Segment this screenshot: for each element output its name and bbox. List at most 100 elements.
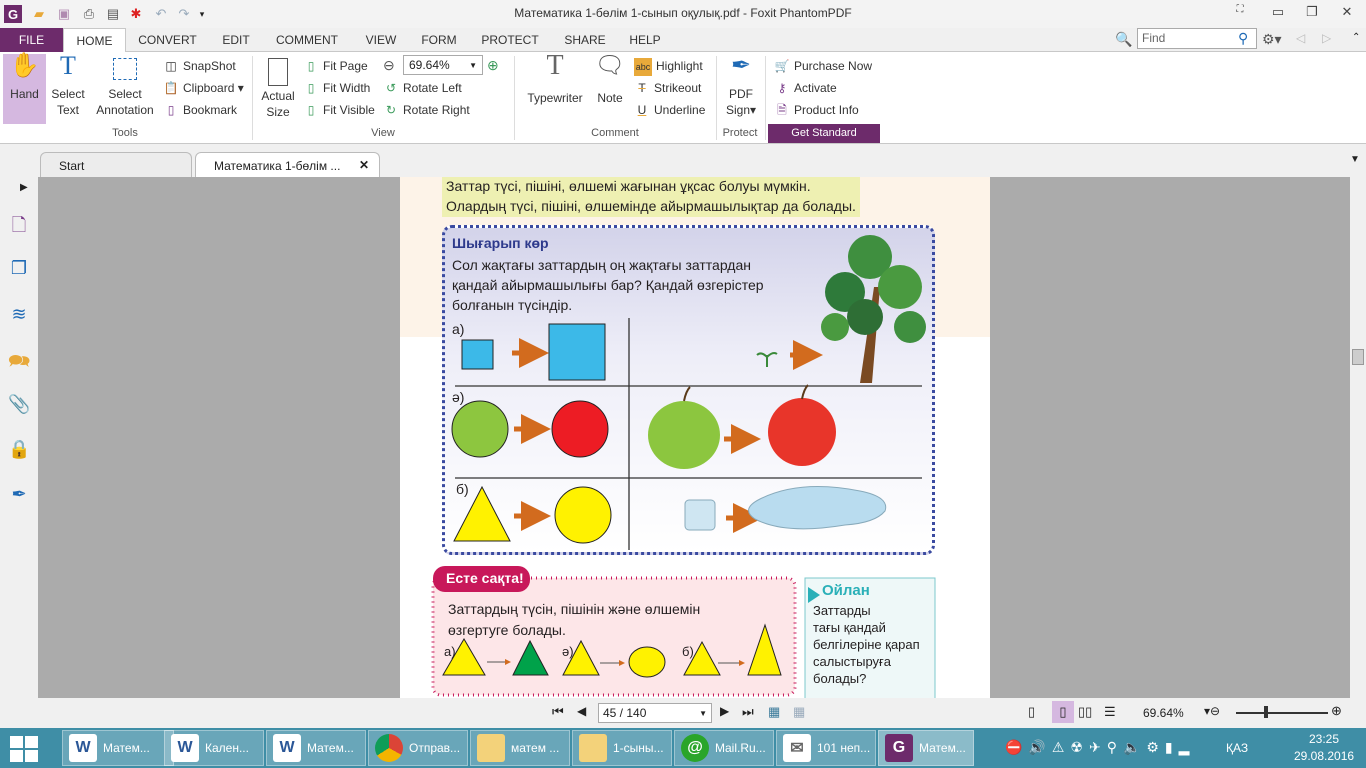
taskbar-word-2[interactable]: W Кален... [164,730,264,766]
start-button[interactable] [10,736,38,762]
bookmarks-panel-icon[interactable]: 🗋 [8,213,30,235]
layers-panel-icon[interactable]: ≋ [8,304,30,326]
fit-width-button[interactable]: ▯ Fit Width [303,79,371,97]
product-info-button[interactable]: 🗎 Product Info [774,101,859,119]
underline-button[interactable]: U Underline [634,101,706,119]
pages-panel-icon[interactable]: ❐ [8,258,30,280]
zoom-slider[interactable] [1236,712,1328,714]
zoom-select[interactable]: 69.64% ▼ [403,55,483,75]
language-indicator[interactable]: ҚАЗ [1226,741,1248,755]
actual-size-button[interactable]: Actual Size [258,58,298,120]
taskbar-mail[interactable]: ✉ 101 неп... [776,730,876,766]
group-label-tools: Tools [112,127,138,139]
tab-home[interactable]: HOME [63,28,126,53]
zoom-out-icon[interactable]: ⊖ [383,57,395,74]
taskbar-foxit[interactable]: G Матем... [878,730,974,766]
minimize-button[interactable]: ▭ [1268,4,1288,22]
tab-form[interactable]: FORM [415,28,463,52]
system-tray-icons[interactable]: ⛔🔊⚠☢✈⚲🔈⚙▮▂ [1005,739,1195,756]
tab-convert[interactable]: CONVERT [130,28,205,52]
continuous-page-icon[interactable]: ▯ [1052,701,1074,723]
previous-result-icon[interactable]: ◁ [1296,31,1305,45]
attachments-panel-icon[interactable]: 📎 [8,394,30,416]
pdf-sign-button[interactable]: ✒ PDF Sign▾ [720,54,762,118]
fit-visible-button[interactable]: ▯ Fit Visible [303,101,375,119]
tab-protect[interactable]: PROTECT [478,28,542,52]
gear-icon[interactable]: ⚙▾ [1262,31,1282,48]
tab-view[interactable]: VIEW [358,28,404,52]
select-text-button[interactable]: T Select Text [48,53,88,118]
zoom-level[interactable]: 69.64% [1143,706,1184,720]
collapse-ribbon-icon[interactable]: ⌃ [1352,32,1360,43]
clock[interactable]: 23:25 29.08.2016 [1294,732,1354,763]
tab-start[interactable]: Start [40,152,192,177]
zoom-out-button[interactable]: ▾⊖ [1204,704,1220,718]
label: Strikeout [654,81,702,95]
previous-page-icon[interactable]: ◀ [577,704,586,718]
restore-button[interactable]: ❐ [1302,4,1322,22]
first-page-icon[interactable]: ⏮ [552,704,564,720]
highlight-button[interactable]: abc Highlight [634,57,703,76]
clipboard-button[interactable]: 📋 Clipboard ▾ [163,79,244,97]
bookmark-button[interactable]: ▯ Bookmark [163,101,237,119]
taskbar-chrome[interactable]: Отправ... [368,730,468,766]
tab-document[interactable]: Математика 1-бөлім ... ✕ [195,152,380,177]
next-result-icon[interactable]: ▷ [1322,31,1331,45]
search-icon[interactable]: ⚲ [1238,30,1248,47]
previous-view-icon[interactable]: ▦ [768,704,780,720]
last-page-icon[interactable]: ⏭ [742,704,754,720]
fit-page-button[interactable]: ▯ Fit Page [303,57,368,75]
word-icon: W [171,734,199,762]
taskbar-mailru[interactable]: @ Mail.Ru... [674,730,774,766]
close-button[interactable]: ✕ [1337,4,1357,22]
page-number-input[interactable]: 45 / 140 ▼ [598,703,712,723]
comments-panel-icon[interactable]: 🗪 [8,349,30,371]
label: Mail.Ru... [715,741,766,755]
zoom-in-button[interactable]: ⊕ [1331,703,1342,719]
next-view-icon[interactable]: ▦ [793,704,805,720]
single-page-icon[interactable]: ▯ [1028,704,1035,720]
tab-list-dropdown-icon[interactable]: ▼ [1350,154,1360,165]
purchase-now-button[interactable]: 🛒 Purchase Now [774,57,873,75]
label: Fit Visible [323,103,375,117]
select-annotation-button[interactable]: Select Annotation [92,58,158,118]
group-label-comment: Comment [591,127,639,139]
tab-file[interactable]: FILE [0,28,63,52]
security-panel-icon[interactable]: 🔒 [8,439,30,461]
typewriter-button[interactable]: T Typewriter [522,52,588,106]
signatures-panel-icon[interactable]: ✒ [8,484,30,506]
tab-help[interactable]: HELP [625,28,665,52]
activate-button[interactable]: ⚷ Activate [774,79,837,97]
tab-edit[interactable]: EDIT [215,28,257,52]
get-standard-button[interactable]: Get Standard [768,124,880,143]
label: Start [59,159,85,173]
label: Sign [725,103,750,117]
close-tab-icon[interactable]: ✕ [359,158,369,172]
expand-pane-icon[interactable]: ▶ [20,182,28,193]
label: Product Info [794,103,859,117]
facing-page-icon[interactable]: ▯▯ [1078,704,1092,720]
tab-comment[interactable]: COMMENT [270,28,344,52]
rotate-left-button[interactable]: ↺ Rotate Left [383,79,462,97]
continuous-facing-icon[interactable]: ☰ [1104,704,1116,720]
tab-share[interactable]: SHARE [560,28,610,52]
zoom-in-icon[interactable]: ⊕ [487,57,499,74]
hand-tool-button[interactable]: ✋ Hand [3,54,46,124]
find-folder-icon[interactable]: 🔍 [1115,31,1132,48]
taskbar-word-1[interactable]: W Матем... [62,730,174,766]
label: Purchase Now [794,59,873,73]
rotate-right-button[interactable]: ↻ Rotate Right [383,101,470,119]
fullscreen-icon[interactable]: ⛶ [1230,4,1250,22]
yellow-circle [554,486,612,544]
taskbar-folder-2[interactable]: 1-сыны... [572,730,672,766]
vertical-scrollbar[interactable] [1350,177,1366,698]
note-button[interactable]: 🗨 Note [592,54,628,106]
snapshot-button[interactable]: ◫ SnapShot [163,57,235,75]
scrollbar-thumb[interactable] [1352,349,1364,365]
zoom-slider-handle[interactable] [1264,706,1268,718]
strikeout-button[interactable]: T Strikeout [634,79,701,97]
taskbar-word-3[interactable]: W Матем... [266,730,366,766]
next-page-icon[interactable]: ▶ [720,704,729,718]
taskbar-folder-1[interactable]: матем ... [470,730,570,766]
mailru-icon: @ [681,734,709,762]
